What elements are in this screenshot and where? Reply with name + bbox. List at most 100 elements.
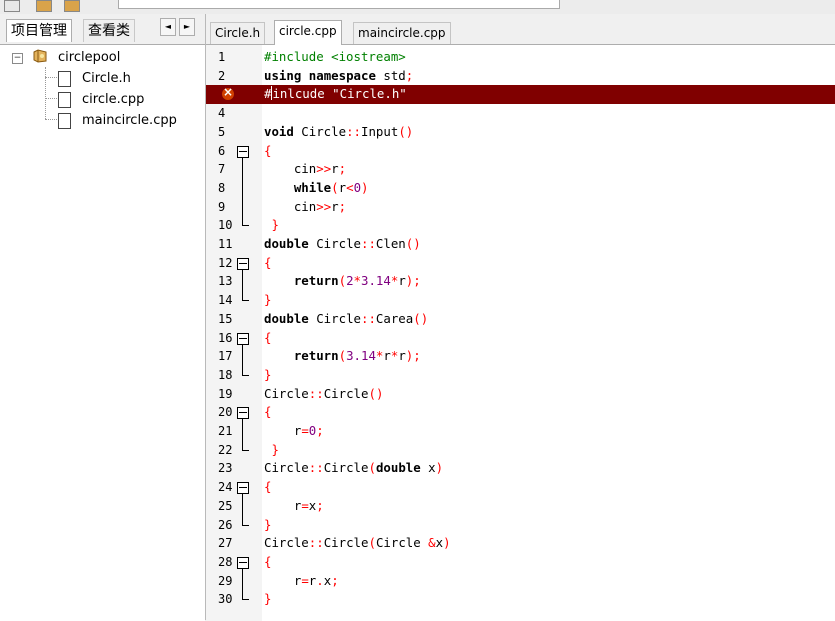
- fold-toggle-icon[interactable]: [237, 556, 249, 569]
- code-text: Circle::Circle(): [264, 385, 384, 401]
- code-text: {: [264, 553, 272, 569]
- fold-toggle-icon[interactable]: [237, 482, 249, 495]
- fold-guide: [242, 419, 243, 451]
- code-line[interactable]: 29 r=r.x;: [206, 572, 835, 591]
- editor-tab-circle-cpp[interactable]: circle.cpp: [274, 20, 342, 45]
- code-line[interactable]: 22 }: [206, 441, 835, 460]
- code-text: }: [264, 591, 272, 607]
- line-number: 5: [218, 124, 226, 139]
- line-number: 14: [218, 293, 233, 308]
- code-line-error[interactable]: #inlcude "Circle.h": [206, 85, 835, 105]
- fold-guide: [242, 344, 243, 376]
- code-line[interactable]: 24 {: [206, 478, 835, 497]
- code-text: cin>>r;: [264, 198, 347, 214]
- code-line[interactable]: 4: [206, 104, 835, 123]
- fold-guide: [242, 568, 243, 601]
- code-line[interactable]: 7 cin>>r;: [206, 160, 835, 179]
- code-text: #inlcude "Circle.h": [264, 86, 407, 102]
- fold-guide: [242, 494, 243, 526]
- code-text: {: [264, 329, 272, 345]
- line-number: 16: [218, 330, 233, 345]
- code-line[interactable]: 25 r=x;: [206, 497, 835, 516]
- code-line[interactable]: 19 Circle::Circle(): [206, 385, 835, 404]
- line-number: 24: [218, 480, 233, 495]
- line-number: 11: [218, 237, 233, 251]
- fold-toggle-icon[interactable]: [237, 145, 249, 158]
- code-line[interactable]: 2 using namespace std;: [206, 67, 835, 86]
- tree-item-file[interactable]: circle.cpp: [0, 90, 200, 110]
- code-line[interactable]: 16 {: [206, 329, 835, 348]
- fold-guide-end: [242, 524, 249, 526]
- line-number: 4: [218, 106, 226, 121]
- code-line[interactable]: 8 while(r<0): [206, 179, 835, 198]
- tree-item-file[interactable]: Circle.h: [0, 69, 200, 89]
- code-line[interactable]: 17 return(3.14*r*r);: [206, 347, 835, 366]
- code-text: using namespace std;: [264, 67, 414, 83]
- tree-item-file[interactable]: maincircle.cpp: [0, 111, 200, 131]
- code-line[interactable]: 10 }: [206, 216, 835, 235]
- code-line[interactable]: 23 Circle::Circle(double x): [206, 459, 835, 478]
- tree-item-project[interactable]: − circlepool: [0, 48, 200, 68]
- code-line[interactable]: 12 {: [206, 254, 835, 273]
- fold-guide: [242, 269, 243, 302]
- line-number: 6: [218, 143, 226, 158]
- code-text: r=0;: [264, 423, 324, 438]
- editor-tab-maincircle-cpp[interactable]: maincircle.cpp: [353, 22, 451, 44]
- code-text: {: [264, 254, 272, 270]
- code-text: }: [264, 292, 272, 308]
- code-text: Circle::Circle(Circle &x): [264, 535, 451, 551]
- tab-scroll-right-button[interactable]: ►: [179, 18, 195, 36]
- toolbar-button-2[interactable]: [36, 0, 52, 12]
- line-number: 25: [218, 498, 233, 513]
- code-line[interactable]: 13 return(2*3.14*r);: [206, 272, 835, 291]
- line-number: 26: [218, 517, 233, 532]
- fold-toggle-icon[interactable]: [237, 407, 249, 420]
- toolbar-button-3[interactable]: [64, 0, 80, 12]
- code-line[interactable]: 15 double Circle::Carea(): [206, 310, 835, 329]
- fold-guide-end: [242, 374, 249, 376]
- code-line[interactable]: 9 cin>>r;: [206, 198, 835, 217]
- code-line[interactable]: 14}: [206, 291, 835, 310]
- tab-scroll-left-button[interactable]: ◄: [160, 18, 176, 36]
- fold-guide-end: [242, 599, 249, 601]
- fold-guide-end: [242, 225, 249, 227]
- toolbar-button-1[interactable]: [4, 0, 20, 12]
- code-text: Circle::Circle(double x): [264, 460, 444, 476]
- code-line[interactable]: 6{: [206, 142, 835, 161]
- code-line[interactable]: 30}: [206, 590, 835, 609]
- project-panel: 项目管理 查看类 ◄ ► − circlepool Circle.h circl…: [0, 14, 206, 621]
- file-icon: [58, 113, 71, 129]
- code-line[interactable]: 21 r=0;: [206, 422, 835, 441]
- error-marker-icon[interactable]: [222, 85, 234, 101]
- tab-class-view[interactable]: 查看类: [83, 19, 135, 42]
- code-line[interactable]: 26}: [206, 516, 835, 535]
- fold-toggle-icon[interactable]: [237, 332, 249, 345]
- project-tree: − circlepool Circle.h circle.cpp maincir…: [0, 44, 205, 621]
- code-line[interactable]: 1 #include <iostream>: [206, 48, 835, 67]
- line-number: 18: [218, 367, 233, 382]
- collapse-toggle-icon[interactable]: −: [12, 53, 23, 64]
- text-caret: [271, 86, 273, 101]
- line-number: 20: [218, 405, 233, 420]
- line-number: 13: [218, 274, 233, 289]
- code-line[interactable]: 11 double Circle::Clen(): [206, 235, 835, 254]
- line-number: 7: [218, 162, 226, 177]
- code-line[interactable]: 28 {: [206, 553, 835, 572]
- line-number: 28: [218, 554, 233, 569]
- code-text: while(r<0): [293, 179, 369, 195]
- code-line[interactable]: 18}: [206, 366, 835, 385]
- line-number: 1: [218, 50, 226, 64]
- code-text: }: [271, 441, 279, 457]
- tab-project-manager[interactable]: 项目管理: [6, 19, 72, 42]
- code-line[interactable]: 27 Circle::Circle(Circle &x): [206, 534, 835, 553]
- fold-guide: [242, 157, 243, 227]
- code-editor[interactable]: 1 #include <iostream> 2 using namespace std…: [206, 44, 835, 621]
- file-name: circle.cpp: [82, 92, 145, 107]
- editor-tab-circle-h[interactable]: Circle.h: [210, 22, 266, 44]
- code-text: return(2*3.14*r);: [293, 273, 421, 289]
- code-line[interactable]: 20 {: [206, 403, 835, 422]
- fold-toggle-icon[interactable]: [237, 257, 249, 270]
- project-folder-icon: [33, 49, 47, 63]
- code-line[interactable]: 5 void Circle::Input(): [206, 123, 835, 142]
- toolbar-combo[interactable]: [118, 0, 560, 9]
